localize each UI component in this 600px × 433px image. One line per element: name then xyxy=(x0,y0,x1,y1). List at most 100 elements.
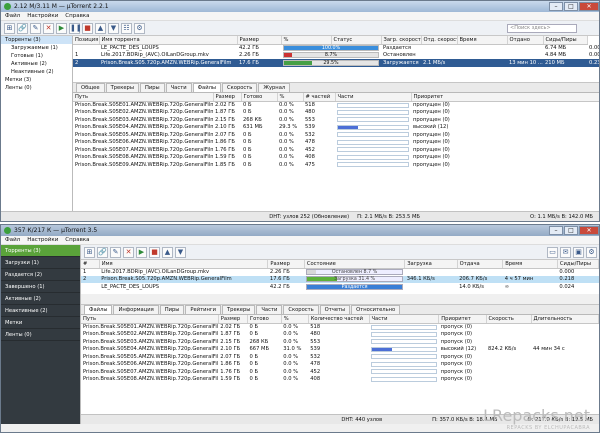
file-row[interactable]: Prison.Break.S05E07.AMZN.WEBRip.720p.Gen… xyxy=(81,368,599,376)
tab-item[interactable]: Скорость xyxy=(222,83,258,92)
tab-item[interactable]: Скорость xyxy=(283,305,319,314)
settings-icon[interactable]: ⚙ xyxy=(586,246,597,258)
column-header[interactable]: Части xyxy=(335,93,412,102)
search-input[interactable]: <Поиск здесь> xyxy=(507,23,577,33)
tab-item[interactable]: Части xyxy=(165,83,192,92)
stop-icon[interactable]: ■ xyxy=(82,22,93,34)
remote-icon[interactable]: ☷ xyxy=(121,22,132,34)
column-header[interactable]: Отдача xyxy=(457,260,504,269)
close-button[interactable]: ✕ xyxy=(579,226,599,235)
file-row[interactable]: Prison.Break.S05E06.AMZN.WEBRip.720p.Gen… xyxy=(73,139,599,147)
move-up-icon[interactable]: ▲ xyxy=(95,22,106,34)
file-row[interactable]: Prison.Break.S05E03.AMZN.WEBRip.720p.Gen… xyxy=(73,116,599,124)
maximize-button[interactable]: □ xyxy=(564,226,578,235)
menu-settings[interactable]: Настройки xyxy=(27,13,58,19)
file-row[interactable]: Prison.Break.S05E05.AMZN.WEBRip.720p.Gen… xyxy=(81,353,599,361)
column-header[interactable]: Имя торрента xyxy=(99,36,238,45)
add-torrent-icon[interactable]: ⊞ xyxy=(4,22,15,34)
menu-help[interactable]: Справка xyxy=(65,237,89,243)
file-row[interactable]: Prison.Break.S05E04.AMZN.WEBRip.720p.Gen… xyxy=(73,124,599,132)
file-row[interactable]: Prison.Break.S05E02.AMZN.WEBRip.720p.Gen… xyxy=(81,331,599,339)
sidebar-item[interactable]: Активные (2) xyxy=(1,293,80,305)
sidebar-item[interactable]: Раздается (2) xyxy=(1,269,80,281)
sidebar-item[interactable]: Загружаемые (1) xyxy=(1,44,72,52)
column-header[interactable]: Размер xyxy=(237,36,282,45)
sidebar-item[interactable]: Неактивные (2) xyxy=(1,68,72,76)
menu-file[interactable]: Файл xyxy=(5,237,20,243)
tab-item[interactable]: Пиры xyxy=(139,83,165,92)
add-url-icon[interactable]: 🔗 xyxy=(97,246,108,258)
tab-item[interactable]: Файлы xyxy=(192,83,222,92)
column-header[interactable]: Загрузка xyxy=(404,260,458,269)
move-down-icon[interactable]: ▼ xyxy=(175,246,186,258)
move-down-icon[interactable]: ▼ xyxy=(108,22,119,34)
sidebar-item[interactable]: Неактивные (2) xyxy=(1,305,80,317)
column-header[interactable]: Отд. скорость xyxy=(421,36,458,45)
sidebar-item[interactable]: Торренты (3) xyxy=(1,245,80,257)
stop-icon[interactable]: ■ xyxy=(149,246,160,258)
torrent-row[interactable]: 1 Life.2017.BDRip_(AVC).OlLanDGroup.mkv 2.… xyxy=(81,268,599,276)
sidebar-item[interactable]: Готовые (1) xyxy=(1,52,72,60)
tab-item[interactable]: Файлы xyxy=(84,305,113,314)
chat-icon[interactable]: ✉ xyxy=(560,246,571,258)
file-row[interactable]: Prison.Break.S05E03.AMZN.WEBRip.720p.Gen… xyxy=(81,338,599,346)
column-header[interactable]: Приоритет xyxy=(411,93,599,102)
file-row[interactable]: Prison.Break.S05E02.AMZN.WEBRip.720p.Gen… xyxy=(73,109,599,117)
sidebar-item[interactable]: Метки (3) xyxy=(1,76,72,84)
sidebar-item[interactable]: Загрузки (1) xyxy=(1,257,80,269)
column-header[interactable]: Путь xyxy=(73,93,214,102)
torrent-row[interactable]: LE_PACTE_DES_LOUPS 42.2 ГБ Раздается 14.0 К… xyxy=(81,283,599,291)
sidebar-item[interactable]: Метки xyxy=(1,317,80,329)
menu-file[interactable]: Файл xyxy=(5,13,20,19)
tab-item[interactable]: Журнал xyxy=(258,83,291,92)
add-torrent-icon[interactable]: ⊞ xyxy=(84,246,95,258)
tab-item[interactable]: Общее xyxy=(76,83,105,92)
file-row[interactable]: Prison.Break.S05E09.AMZN.WEBRip.720p.Gen… xyxy=(73,161,599,169)
file-row[interactable]: Prison.Break.S05E01.AMZN.WEBRip.720p.Gen… xyxy=(81,323,599,331)
tab-item[interactable]: Трекеры xyxy=(105,83,139,92)
file-row[interactable]: Prison.Break.S05E01.AMZN.WEBRip.720p.Gen… xyxy=(73,101,599,109)
column-header[interactable]: % xyxy=(281,36,332,45)
file-row[interactable]: Prison.Break.S05E07.AMZN.WEBRip.720p.Gen… xyxy=(73,146,599,154)
minimize-button[interactable]: – xyxy=(549,226,563,235)
tab-item[interactable]: Рейтинги xyxy=(185,305,221,314)
column-header[interactable]: % xyxy=(277,93,304,102)
monitor-icon[interactable]: ▣ xyxy=(573,246,584,258)
column-header[interactable]: Состояние xyxy=(304,260,406,269)
column-header[interactable]: Загр. скорость xyxy=(381,36,422,45)
torrent-row[interactable]: 2 Prison.Break.S05.720p.AMZN.WEBRip.Gener… xyxy=(73,59,599,67)
create-torrent-icon[interactable]: ✎ xyxy=(110,246,121,258)
column-header[interactable]: Размер xyxy=(213,93,242,102)
column-header[interactable]: Количество частей xyxy=(308,315,370,324)
add-url-icon[interactable]: 🔗 xyxy=(17,22,28,34)
column-header[interactable]: Длительность xyxy=(531,315,599,324)
tab-item[interactable]: Отчеты xyxy=(319,305,351,314)
start-icon[interactable]: ▶ xyxy=(56,22,67,34)
menu-settings[interactable]: Настройки xyxy=(27,237,58,243)
column-header[interactable]: Приоритет xyxy=(438,315,487,324)
sidebar-item[interactable]: Активные (2) xyxy=(1,60,72,68)
sidebar-item[interactable]: Завершено (1) xyxy=(1,281,80,293)
menu-help[interactable]: Справка xyxy=(65,13,89,19)
column-header[interactable]: Сиды/Пиры xyxy=(557,260,599,269)
move-up-icon[interactable]: ▲ xyxy=(162,246,173,258)
column-header[interactable]: Размер xyxy=(218,315,249,324)
create-torrent-icon[interactable]: ✎ xyxy=(30,22,41,34)
pause-icon[interactable]: ❚❚ xyxy=(69,22,82,34)
column-header[interactable]: # xyxy=(81,260,100,269)
column-header[interactable]: Размер xyxy=(267,260,305,269)
column-header[interactable]: # частей xyxy=(303,93,336,102)
file-row[interactable]: Prison.Break.S05E04.AMZN.WEBRip.720p.Gen… xyxy=(81,346,599,354)
file-row[interactable]: Prison.Break.S05E06.AMZN.WEBRip.720p.Gen… xyxy=(81,361,599,369)
close-button[interactable]: ✕ xyxy=(579,2,599,11)
column-header[interactable]: Части xyxy=(369,315,440,324)
maximize-button[interactable]: □ xyxy=(564,2,578,11)
tab-item[interactable]: Пиры xyxy=(159,305,185,314)
torrent-row[interactable]: LE_PACTE_DES_LOUPS 42.2 ГБ 100.0% Раздается… xyxy=(73,44,599,52)
column-header[interactable]: Имя xyxy=(99,260,269,269)
remove-icon[interactable]: ✕ xyxy=(123,246,134,258)
start-icon[interactable]: ▶ xyxy=(136,246,147,258)
tab-item[interactable]: Трекеры xyxy=(221,305,256,314)
column-header[interactable]: Путь xyxy=(81,315,219,324)
minimize-button[interactable]: – xyxy=(549,2,563,11)
